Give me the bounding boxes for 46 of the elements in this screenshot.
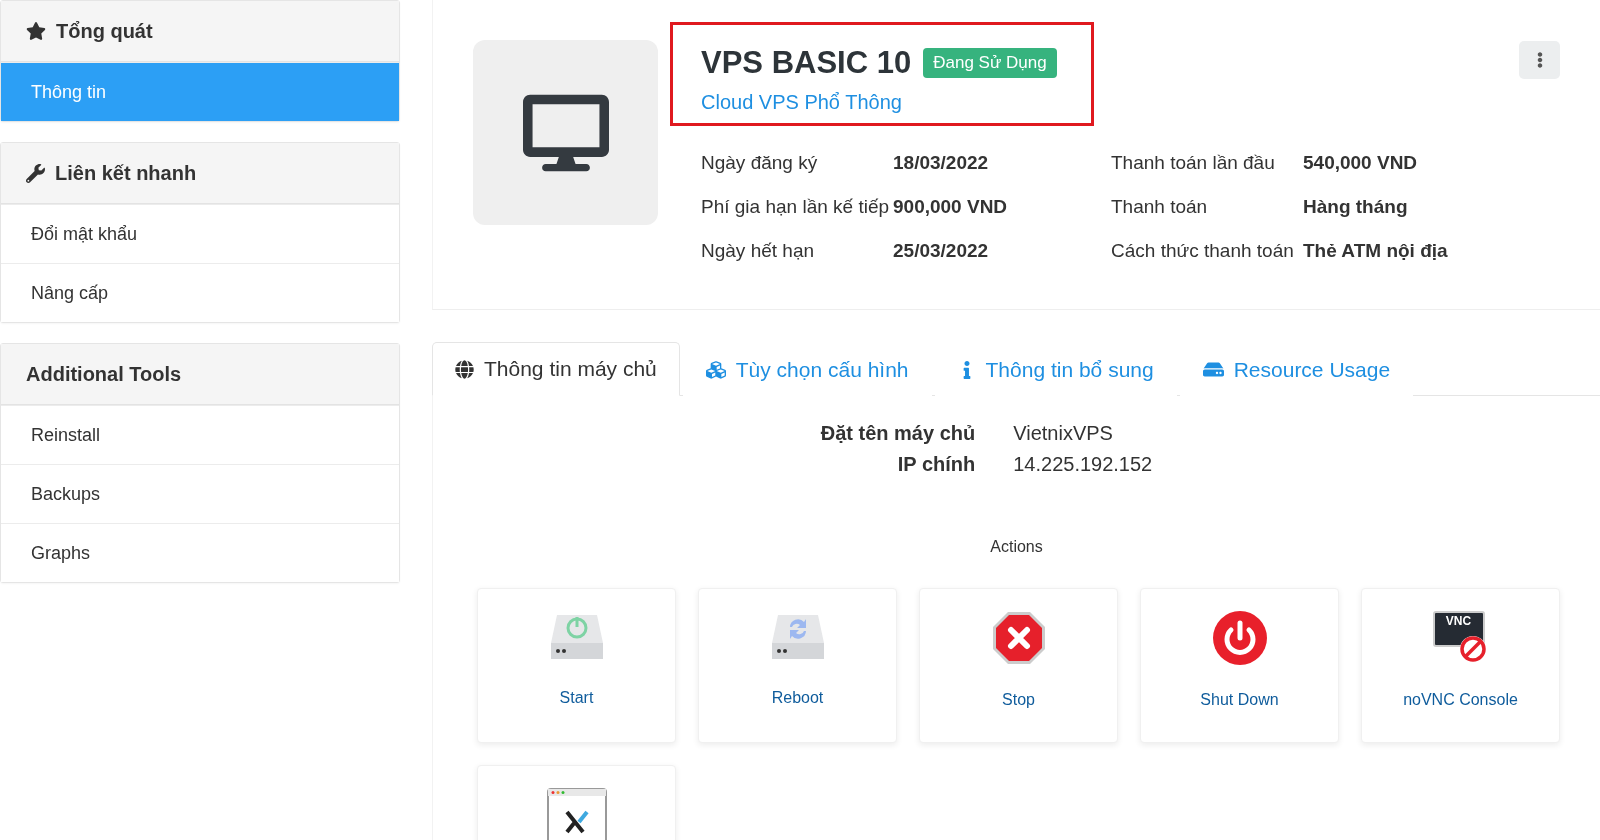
sidebar-item[interactable]: Graphs — [1, 523, 399, 582]
stop-sign-icon — [991, 611, 1046, 665]
detail-value: Hàng tháng — [1303, 196, 1409, 218]
server-info-label: IP chính — [896, 453, 976, 476]
window-x-icon — [546, 788, 607, 840]
more-menu-button[interactable] — [1519, 41, 1560, 79]
tab[interactable]: Thông tin máy chủ — [432, 342, 680, 396]
detail-label: Ngày hết hạn — [701, 240, 816, 262]
server-info-value: VietnixVPS — [1013, 422, 1114, 445]
sidebar-heading-text: Tổng quát — [56, 19, 153, 43]
sidebar-heading-text: Liên kết nhanh — [55, 161, 197, 185]
server-info-label: Đặt tên máy chủ — [820, 422, 976, 445]
action-tile[interactable]: Start — [477, 588, 676, 743]
star-icon — [26, 21, 46, 41]
sidebar-item[interactable]: Đổi mật khẩu — [1, 204, 399, 263]
detail-label: Ngày đăng ký — [701, 152, 819, 174]
action-tile[interactable]: Reboot — [698, 588, 897, 743]
sidebar-heading-text: Additional Tools — [26, 362, 182, 386]
detail-label: Thanh toán lần đầu — [1111, 152, 1276, 174]
power-icon — [1212, 611, 1267, 665]
action-tile[interactable]: Shut Down — [1140, 588, 1339, 743]
detail-value: 540,000 VND — [1303, 152, 1419, 174]
action-label: Start — [559, 689, 594, 707]
action-label: Reboot — [771, 689, 824, 707]
status-badge: Đang Sử Dụng — [923, 48, 1057, 78]
globe-icon — [455, 359, 474, 379]
server-info-value: 14.225.192.152 — [1013, 453, 1153, 476]
detail-value: Thẻ ATM nội địa — [1303, 240, 1448, 262]
detail-label: Phí gia hạn lần kế tiếp — [701, 196, 891, 218]
sidebar-item[interactable]: Reinstall — [1, 405, 399, 464]
action-tile[interactable]: Stop — [919, 588, 1118, 743]
cubes-icon — [705, 359, 726, 380]
detail-value: 18/03/2022 — [893, 152, 990, 174]
sidebar-item[interactable]: Backups — [1, 464, 399, 523]
detail-label: Thanh toán — [1111, 196, 1209, 218]
action-label: noVNC Console — [1403, 691, 1518, 709]
detail-value: 25/03/2022 — [893, 240, 990, 262]
action-label: Stop — [1002, 691, 1035, 709]
sidebar-item[interactable]: Nâng cấp — [1, 263, 399, 322]
product-name: VPS BASIC 10 — [701, 45, 912, 81]
detail-label: Cách thức thanh toán — [1111, 240, 1295, 262]
wrench-icon — [26, 163, 45, 183]
action-tile[interactable]: VNC noVNC Console — [1361, 588, 1560, 743]
detail-value: 900,000 VND — [893, 196, 1009, 218]
actions-heading: Actions — [990, 538, 1043, 556]
action-label: Shut Down — [1200, 691, 1279, 709]
